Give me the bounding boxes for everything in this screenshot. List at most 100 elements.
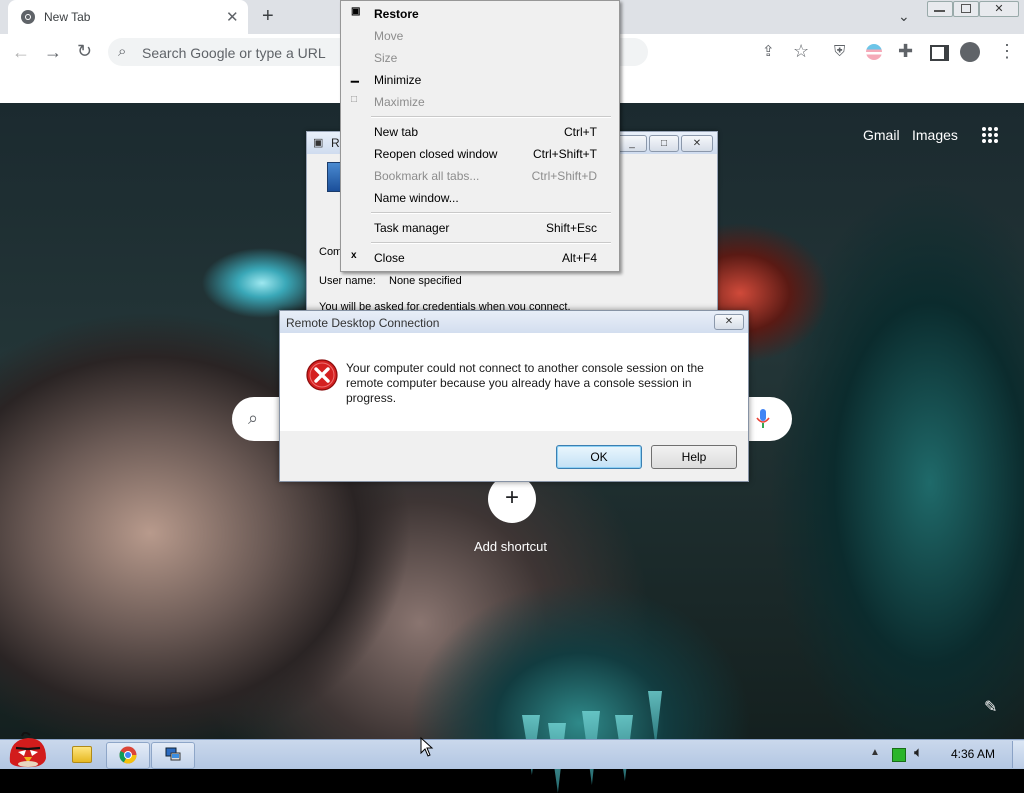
- close-icon: x: [351, 250, 357, 261]
- menu-item-label: Task manager: [374, 221, 450, 235]
- close-icon: ✕: [692, 138, 702, 149]
- rdc-main-title: R: [331, 136, 340, 150]
- tab-close-icon[interactable]: ✕: [226, 8, 239, 26]
- window-restore-button[interactable]: [953, 1, 979, 17]
- add-shortcut-button[interactable]: +: [488, 475, 536, 523]
- profile-avatar[interactable]: [960, 42, 980, 62]
- menu-item-shortcut: Ctrl+Shift+T: [532, 147, 597, 161]
- user-name-label: User name:: [319, 275, 376, 287]
- extension-icon[interactable]: [866, 44, 882, 60]
- apps-grid-glyph: [982, 127, 998, 143]
- menu-separator: [371, 116, 611, 118]
- show-hidden-icons-chevron-icon[interactable]: ▲: [870, 747, 880, 758]
- google-apps-grid-icon[interactable]: [981, 126, 999, 144]
- show-desktop-button[interactable]: [1012, 741, 1024, 768]
- new-tab-icon[interactable]: +: [262, 5, 274, 28]
- rdc-maximize-button[interactable]: □: [649, 135, 679, 152]
- rdc-close-button[interactable]: ✕: [681, 135, 713, 152]
- search-icon: ⌕: [118, 43, 127, 60]
- maximize-icon: □: [351, 94, 358, 105]
- error-dialog: Remote Desktop Connection ✕ Your compute…: [279, 310, 749, 482]
- menu-item-reopen-closed-window[interactable]: Reopen closed window Ctrl+Shift+T: [341, 143, 617, 165]
- menu-item-label: Name window...: [374, 191, 459, 205]
- maximize-icon: □: [660, 138, 668, 149]
- start-button-angry-bird-icon[interactable]: [4, 732, 50, 768]
- share-icon[interactable]: ⇪: [762, 43, 775, 61]
- menu-item-label: Restore: [374, 7, 419, 21]
- clock-time[interactable]: 4:36 AM: [951, 747, 995, 761]
- window-minimize-button[interactable]: [927, 1, 953, 17]
- reload-icon[interactable]: ↻: [77, 42, 92, 60]
- add-shortcut-label: Add shortcut: [474, 539, 547, 554]
- menu-kebab-icon[interactable]: ⋮: [998, 42, 1016, 60]
- taskbar-chrome-button[interactable]: [106, 742, 150, 769]
- plus-icon: +: [504, 484, 519, 511]
- chrome-favicon-icon: [21, 10, 35, 24]
- menu-item-bookmark-all-tabs[interactable]: Bookmark all tabs... Ctrl+Shift+D: [341, 165, 617, 187]
- menu-item-shortcut: Ctrl+T: [564, 125, 597, 139]
- menu-item-restore[interactable]: ▣ Restore: [341, 3, 617, 25]
- menu-item-shortcut: Ctrl+Shift+D: [531, 169, 597, 183]
- menu-item-label: Maximize: [374, 95, 425, 109]
- menu-item-shortcut: Alt+F4: [561, 251, 597, 265]
- help-button[interactable]: Help: [651, 445, 737, 469]
- menu-item-size[interactable]: Size: [341, 47, 617, 69]
- window-close-button[interactable]: ✕: [979, 1, 1019, 17]
- menu-item-label: Move: [374, 29, 404, 43]
- menu-separator: [371, 242, 611, 244]
- omnibox-placeholder: Search Google or type a URL: [142, 45, 326, 61]
- windows-explorer-folder-icon[interactable]: [72, 746, 92, 763]
- error-icon: [306, 359, 338, 391]
- menu-item-label: Minimize: [374, 73, 422, 87]
- bookmark-star-icon[interactable]: ☆: [793, 42, 809, 60]
- tab-title: New Tab: [44, 10, 91, 24]
- minimize-icon: [934, 10, 945, 12]
- menu-item-label: Size: [374, 51, 398, 65]
- rdc-app-icon: ▣: [313, 137, 324, 149]
- menu-item-new-tab[interactable]: New tab Ctrl+T: [341, 121, 617, 143]
- tab-search-chevron-down-icon[interactable]: ⌄: [898, 8, 910, 25]
- computer-label: Com: [319, 246, 343, 258]
- error-dialog-title: Remote Desktop Connection: [286, 316, 440, 330]
- mouse-cursor-icon: [420, 737, 434, 757]
- minimize-icon: _: [629, 138, 635, 149]
- error-dialog-body: Your computer could not connect to anoth…: [280, 333, 748, 431]
- network-status-icon[interactable]: [892, 748, 906, 762]
- rdc-minimize-button[interactable]: _: [617, 135, 647, 152]
- user-name-value: None specified: [389, 275, 462, 287]
- volume-speaker-icon[interactable]: 🔈︎: [914, 744, 923, 761]
- restore-icon: [961, 4, 971, 13]
- voice-search-mic-icon[interactable]: [756, 409, 770, 429]
- forward-arrow-icon[interactable]: →: [44, 43, 62, 61]
- ok-button[interactable]: OK: [556, 445, 642, 469]
- menu-item-move[interactable]: Move: [341, 25, 617, 47]
- minimize-icon: ▁: [351, 72, 359, 83]
- menu-item-name-window[interactable]: Name window...: [341, 187, 617, 209]
- taskbar: ▲ 🔈︎ 4:36 AM: [0, 732, 1024, 769]
- menu-item-maximize[interactable]: □ Maximize: [341, 91, 617, 113]
- error-message: Your computer could not connect to anoth…: [346, 361, 704, 405]
- ublock-shield-icon[interactable]: ⛨: [834, 43, 845, 61]
- customize-pencil-icon[interactable]: ✎: [984, 697, 997, 717]
- extensions-puzzle-icon[interactable]: ✚: [898, 42, 913, 60]
- back-arrow-icon[interactable]: ←: [12, 43, 30, 61]
- menu-item-minimize[interactable]: ▁ Minimize: [341, 69, 617, 91]
- images-link[interactable]: Images: [912, 127, 958, 143]
- error-dialog-close-button[interactable]: ✕: [714, 314, 744, 330]
- menu-item-close[interactable]: x Close Alt+F4: [341, 247, 617, 269]
- menu-item-label: Reopen closed window: [374, 147, 498, 161]
- chrome-icon: [119, 746, 137, 764]
- restore-icon: ▣: [351, 6, 361, 17]
- tab-new-tab[interactable]: New Tab ✕: [8, 0, 248, 34]
- menu-item-task-manager[interactable]: Task manager Shift+Esc: [341, 217, 617, 239]
- side-panel-icon[interactable]: [930, 45, 949, 61]
- close-icon: ✕: [994, 3, 1004, 15]
- close-icon: ✕: [724, 316, 734, 327]
- taskbar-remote-desktop-button[interactable]: [151, 742, 195, 769]
- menu-separator: [371, 212, 611, 214]
- gmail-link[interactable]: Gmail: [863, 127, 900, 143]
- window-system-menu: ▣ Restore Move Size ▁ Minimize □ Maximiz…: [340, 0, 620, 272]
- error-dialog-titlebar[interactable]: Remote Desktop Connection ✕: [280, 311, 748, 333]
- remote-desktop-icon: [165, 747, 181, 761]
- menu-item-label: Close: [374, 251, 405, 265]
